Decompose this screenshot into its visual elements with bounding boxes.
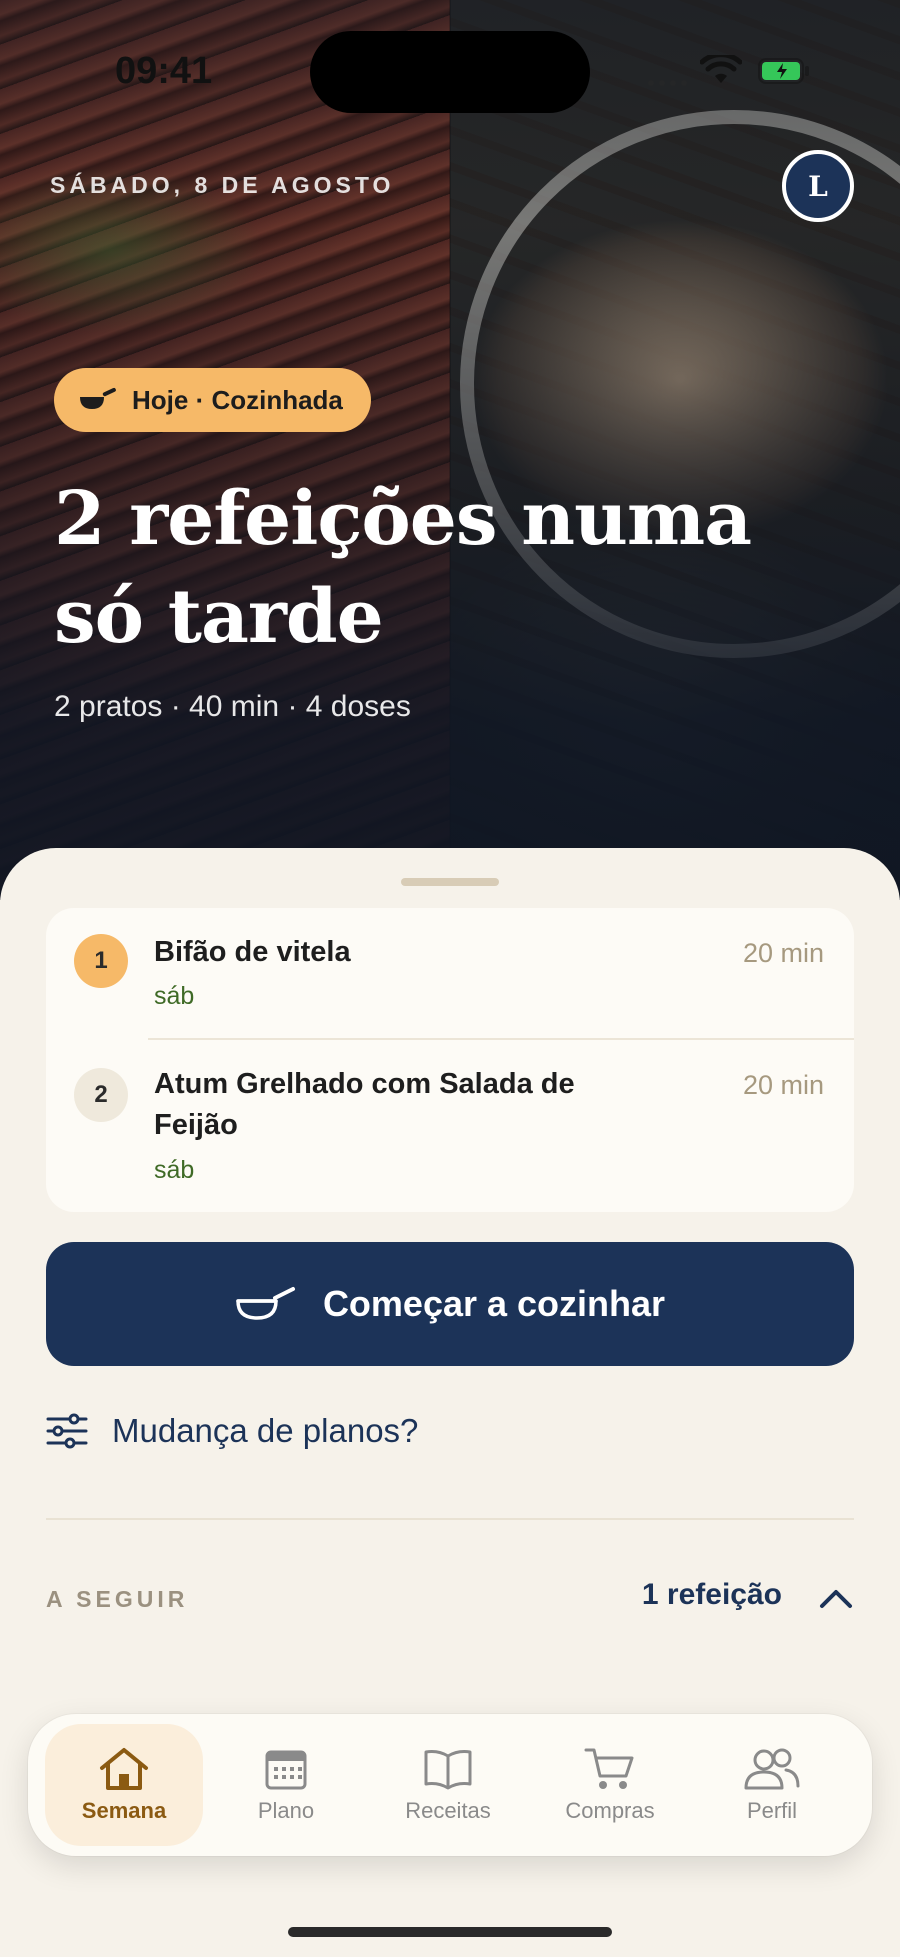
today-badge: Hoje · Cozinhada [54,368,371,432]
meal-number-badge: 1 [74,934,128,988]
wifi-icon [700,55,742,83]
tab-label: Compras [565,1798,655,1823]
sliders-icon [46,1413,88,1449]
meal-item[interactable]: 1 Bifão de vitela sáb 20 min [46,908,854,1038]
badge-label: Hoje · Cozinhada [132,384,343,415]
start-cooking-button[interactable]: Começar a cozinhar [46,1242,854,1366]
calendar-icon [265,1750,307,1790]
sheet-grabber[interactable] [401,878,499,886]
people-icon [744,1748,800,1790]
home-icon [100,1748,148,1790]
tab-compras[interactable]: Compras [531,1724,689,1846]
tab-bar: Semana Plano Receitas Compras Perfil [28,1714,872,1856]
dynamic-island [310,31,590,113]
change-plans-label: Mudança de planos? [112,1412,419,1449]
meal-list-card: 1 Bifão de vitela sáb 20 min 2 Atum Grel… [46,908,854,1212]
meal-title: Atum Grelhado com Salada de Feijão [154,1068,575,1141]
tab-label: Perfil [746,1798,798,1823]
avatar-initial: L [808,169,828,203]
chevron-up-icon[interactable] [818,1584,854,1612]
meal-duration: 20 min [742,938,824,968]
tab-label: Semana [81,1798,167,1823]
cellular-signal-icon [648,80,687,86]
next-section-count[interactable]: 1 refeição [642,1578,782,1612]
hero-image [0,0,900,900]
start-cooking-label: Começar a cozinhar [322,1283,666,1324]
meal-number-badge: 2 [74,1068,128,1122]
meal-day: sáb [154,1156,195,1184]
pan-icon [80,387,116,409]
book-icon [424,1750,472,1790]
meal-summary: 2 pratos · 40 min · 4 doses [54,690,411,723]
hero-overlay [0,0,900,900]
pan-icon [236,1287,295,1320]
change-plans-link[interactable]: Mudança de planos? [46,1412,418,1450]
tab-plano[interactable]: Plano [207,1724,365,1846]
cart-icon [584,1748,634,1789]
meal-day: sáb [154,982,195,1010]
next-section-label: A SEGUIR [46,1586,189,1612]
status-time: 09:41 [115,50,213,92]
page-title: 2 refeições numa só tarde [54,476,752,660]
tab-semana[interactable]: Semana [45,1724,203,1846]
meal-title: Bifão de vitela [154,936,351,968]
meal-item[interactable]: 2 Atum Grelhado com Salada de Feijão sáb… [46,1040,854,1212]
battery-icon [758,58,809,84]
tab-receitas[interactable]: Receitas [369,1724,527,1846]
tab-label: Receitas [405,1798,491,1823]
tab-label: Plano [257,1798,315,1823]
home-indicator [288,1927,612,1937]
meal-duration: 20 min [742,1070,824,1100]
divider [46,1518,854,1520]
tab-perfil[interactable]: Perfil [693,1724,851,1846]
date-label: SÁBADO, 8 DE AGOSTO [50,172,395,198]
profile-avatar[interactable]: L [782,150,854,222]
